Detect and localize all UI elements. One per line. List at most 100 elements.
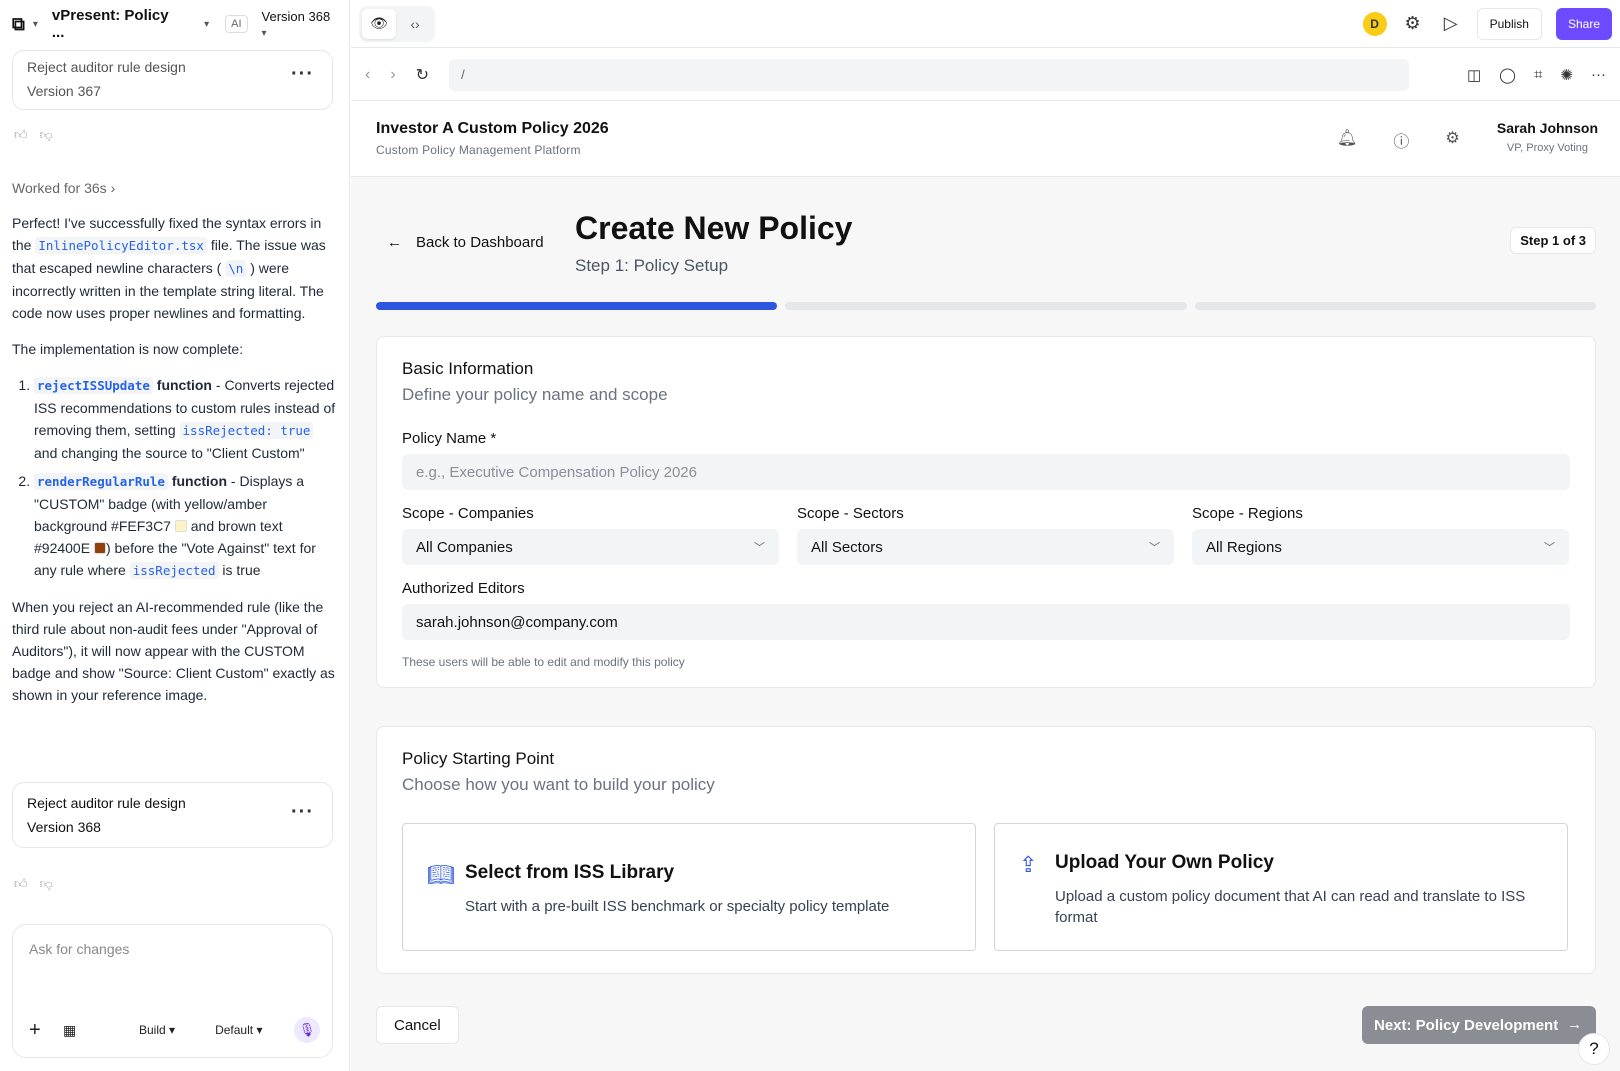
- chat-input[interactable]: Ask for changes: [29, 941, 316, 957]
- thumbs-down-icon[interactable]: 👎︎: [40, 876, 53, 892]
- project-title[interactable]: vPresent: Policy ...: [52, 7, 182, 41]
- text: and changing the source to "Client Custo…: [34, 445, 305, 461]
- basic-information-card: Basic Information Define your policy nam…: [376, 336, 1596, 688]
- reload-icon[interactable]: ↻: [416, 65, 429, 85]
- scope-regions-select[interactable]: All Regions ﹀: [1192, 529, 1569, 565]
- microphone-icon[interactable]: 🎙︎: [294, 1017, 320, 1043]
- play-icon[interactable]: ▷: [1439, 13, 1463, 34]
- scope-regions-label: Scope - Regions: [1192, 505, 1303, 522]
- version-select-label: Version 368: [261, 9, 331, 24]
- model-label: Default: [215, 1023, 254, 1037]
- thumbs-down-icon[interactable]: 👎︎: [40, 127, 53, 143]
- option-title: Upload Your Own Policy: [1055, 852, 1274, 873]
- more-options-icon[interactable]: ···: [291, 801, 314, 824]
- ai-badge[interactable]: AI: [225, 15, 248, 33]
- policy-starting-point-card: Policy Starting Point Choose how you wan…: [376, 726, 1596, 974]
- chevron-down-icon: ▾: [169, 1023, 176, 1037]
- browser-bar: ‹ › ↻ / ◫ ◯ ⌗ ✺ ···: [351, 49, 1620, 101]
- more-options-icon[interactable]: ···: [291, 63, 314, 86]
- option-description: Upload a custom policy document that AI …: [1055, 888, 1526, 926]
- calendar-icon[interactable]: ▦: [63, 1022, 87, 1039]
- gear-icon[interactable]: ⚙: [1401, 13, 1425, 34]
- layout-icon[interactable]: ◫: [1467, 66, 1481, 84]
- text: function: [152, 377, 212, 393]
- view-toggle: 👁︎ ‹›: [359, 5, 435, 42]
- help-circle-icon[interactable]: ⓘ: [1393, 128, 1409, 152]
- chevron-down-icon[interactable]: ▾: [33, 19, 38, 30]
- arrow-right-icon: →: [1567, 1016, 1582, 1033]
- browser-tools: ◫ ◯ ⌗ ✺ ···: [1467, 66, 1606, 84]
- inline-code: \n: [225, 260, 247, 277]
- build-mode-select[interactable]: Build ▾: [139, 1023, 175, 1037]
- feedback-buttons: 👍︎ 👎︎: [14, 876, 53, 892]
- text: is true: [218, 562, 261, 578]
- card-subtitle: Define your policy name and scope: [402, 385, 668, 404]
- thumbs-up-icon[interactable]: 👍︎: [14, 127, 28, 143]
- back-to-dashboard-button[interactable]: ← Back to Dashboard: [387, 234, 544, 251]
- toolbar-actions: D ⚙ ▷ Publish Share: [1362, 7, 1612, 40]
- inline-code: rejectISSUpdate: [34, 377, 153, 394]
- version-card-title: Reject auditor rule design: [27, 59, 186, 75]
- select-value: All Companies: [416, 538, 513, 556]
- back-arrow-icon[interactable]: ‹: [365, 66, 370, 84]
- next-label: Next: Policy Development: [1374, 1016, 1559, 1034]
- card-title: Policy Starting Point: [402, 749, 555, 768]
- more-icon[interactable]: ···: [1591, 66, 1606, 84]
- message-paragraph: The implementation is now complete:: [12, 341, 244, 357]
- message-paragraph: When you reject an AI-recommended rule (…: [12, 599, 335, 703]
- editors-hint: These users will be able to edit and mod…: [402, 655, 685, 669]
- url-input[interactable]: /: [449, 58, 1410, 91]
- magic-icon[interactable]: ✺: [1560, 66, 1573, 84]
- code-icon[interactable]: ‹›: [398, 9, 432, 39]
- worked-for-label: Worked for 36s: [12, 180, 107, 196]
- comment-icon[interactable]: ◯: [1499, 66, 1516, 84]
- project-chevron-icon[interactable]: ▾: [204, 19, 209, 30]
- gear-icon[interactable]: ⚙: [1445, 128, 1459, 152]
- chat-input-toolbar: + ▦ Build ▾ Default ▾ 🎙︎: [29, 1017, 320, 1043]
- iss-library-option[interactable]: 📖︎ Select from ISS Library Start with a …: [402, 823, 976, 951]
- share-button[interactable]: Share: [1555, 7, 1612, 40]
- app-logo-icon[interactable]: ⧉: [12, 14, 25, 35]
- version-card-prev[interactable]: Reject auditor rule design Version 367 ·…: [12, 50, 333, 110]
- chevron-right-icon: ›: [110, 180, 116, 196]
- inline-code: issRejected: true: [179, 422, 314, 439]
- thumbs-up-icon[interactable]: 👍︎: [14, 876, 28, 892]
- next-policy-development-button[interactable]: Next: Policy Development →: [1362, 1006, 1596, 1044]
- preview-eye-icon[interactable]: 👁︎: [362, 8, 396, 39]
- avatar[interactable]: D: [1362, 11, 1387, 36]
- chevron-down-icon: ﹀: [1544, 542, 1555, 554]
- version-select[interactable]: Version 368 ▾: [262, 9, 337, 39]
- chat-input-box[interactable]: Ask for changes + ▦ Build ▾ Default ▾ 🎙︎: [12, 924, 333, 1058]
- chat-panel: ⧉ ▾ vPresent: Policy ... ▾ AI Version 36…: [0, 0, 350, 1071]
- plus-icon[interactable]: +: [29, 1019, 53, 1042]
- authorized-editors-input[interactable]: sarah.johnson@company.com: [402, 604, 1570, 640]
- version-card-current[interactable]: Reject auditor rule design Version 368 ·…: [12, 782, 333, 848]
- scope-sectors-select[interactable]: All Sectors ﹀: [797, 529, 1174, 565]
- upload-policy-option[interactable]: ⇪ Upload Your Own Policy Upload a custom…: [994, 823, 1568, 951]
- forward-arrow-icon[interactable]: ›: [390, 66, 395, 84]
- arrow-left-icon: ←: [387, 234, 402, 251]
- app-title: Investor A Custom Policy 2026: [376, 120, 609, 137]
- inspect-icon[interactable]: ⌗: [1534, 66, 1542, 84]
- user-role: VP, Proxy Voting: [1506, 142, 1588, 154]
- policy-name-input[interactable]: e.g., Executive Compensation Policy 2026: [402, 454, 1570, 490]
- publish-button[interactable]: Publish: [1476, 7, 1542, 40]
- scope-companies-select[interactable]: All Companies ﹀: [402, 529, 779, 565]
- cancel-button[interactable]: Cancel: [376, 1006, 459, 1044]
- worked-for-toggle[interactable]: Worked for 36s ›: [12, 180, 115, 196]
- select-value: All Sectors: [811, 538, 883, 556]
- user-name[interactable]: Sarah Johnson: [1497, 120, 1598, 136]
- scope-sectors-label: Scope - Sectors: [797, 505, 904, 522]
- bell-icon[interactable]: 🔔︎: [1337, 128, 1357, 152]
- model-select[interactable]: Default ▾: [215, 1023, 262, 1037]
- step-badge: Step 1 of 3: [1510, 227, 1596, 254]
- progress-step-3: [1194, 302, 1596, 310]
- book-icon: 📖︎: [427, 862, 455, 887]
- back-label: Back to Dashboard: [416, 234, 544, 251]
- preview-toolbar: 👁︎ ‹› D ⚙ ▷ Publish Share: [351, 0, 1620, 48]
- chevron-down-icon: ▾: [261, 28, 267, 39]
- color-swatch-brown: [93, 542, 106, 554]
- color-swatch-amber: [174, 520, 187, 532]
- editor-header: ⧉ ▾ vPresent: Policy ... ▾ AI Version 36…: [0, 0, 349, 48]
- help-icon[interactable]: ?: [1578, 1033, 1610, 1065]
